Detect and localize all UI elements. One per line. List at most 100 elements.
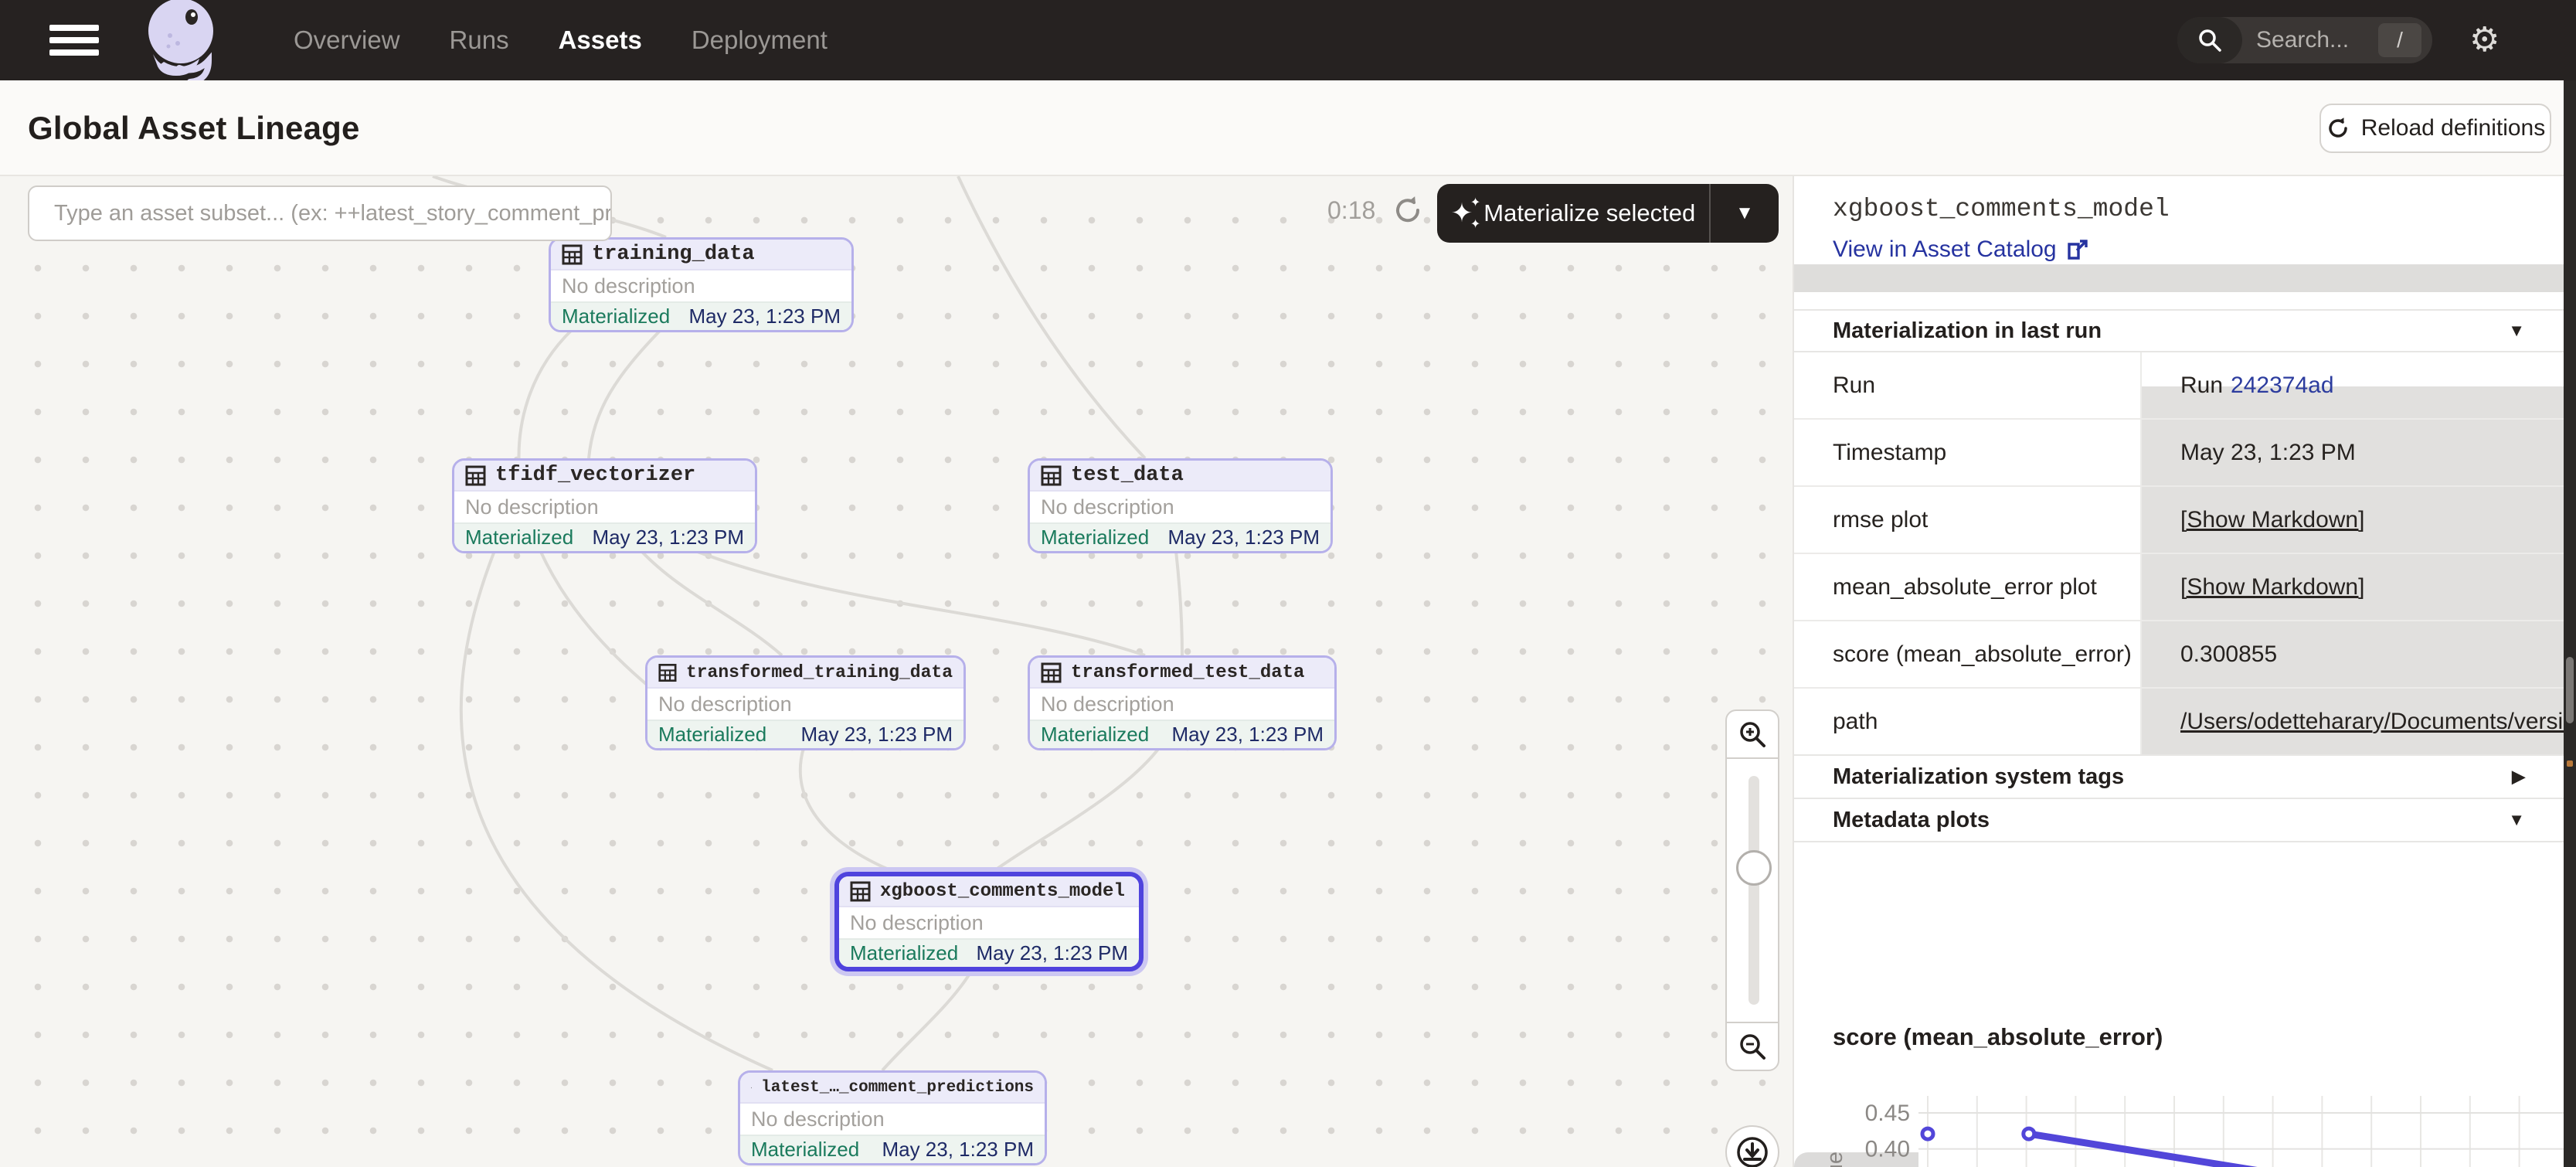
table-icon [1041, 465, 1062, 486]
asset-details-panel: xgboost_comments_model View in Asset Cat… [1794, 176, 2564, 1167]
metadata-row-timestamp: TimestampMay 23, 1:23 PM [1794, 420, 2564, 487]
page-header: Global Asset Lineage Reload definitions [0, 80, 2576, 176]
reload-definitions-button[interactable]: Reload definitions [2319, 104, 2551, 153]
asset-node-transformed_training_data[interactable]: transformed_training_dataNo descriptionM… [645, 655, 966, 750]
asset-node-footer: MaterializedMay 23, 1:23 PM [647, 720, 963, 748]
asset-node-header: transformed_test_data [1030, 658, 1334, 689]
section-label: Metadata plots [1833, 808, 1990, 833]
materialization-time: May 23, 1:23 PM [800, 723, 953, 747]
metadata-row-mean-absolute-error-plot: mean_absolute_error plot[Show Markdown] [1794, 554, 2564, 621]
zoom-controls [1725, 709, 1779, 1071]
section-materialization-last-run[interactable]: Materialization in last run ▼ [1794, 309, 2564, 351]
table-icon [465, 465, 486, 486]
asset-node-description: No description [551, 270, 851, 301]
asset-node-training_data[interactable]: training_dataNo descriptionMaterializedM… [549, 237, 854, 332]
table-icon [1041, 662, 1062, 683]
nav-tab-overview[interactable]: Overview [294, 26, 400, 55]
asset-node-footer: Materialized May 23, 1:23 PM [740, 1135, 1045, 1163]
asset-node-header: xgboost_comments_model [839, 876, 1139, 907]
metadata-label: score (mean_absolute_error) [1794, 621, 2142, 687]
section-metadata-plots[interactable]: Metadata plots ▼ [1794, 798, 2564, 841]
dagster-logo[interactable] [130, 0, 232, 94]
sparkle-icon: ✦✦✦ [1451, 200, 1473, 226]
status-badge: Materialized [465, 526, 573, 549]
nav-tab-runs[interactable]: Runs [450, 26, 509, 55]
materialization-time: May 23, 1:23 PM [976, 941, 1128, 965]
nav-tab-assets[interactable]: Assets [559, 26, 642, 55]
asset-node-description: No description [1030, 689, 1334, 720]
metadata-label: path [1794, 689, 2142, 754]
asset-node-header: test_data [1030, 461, 1330, 492]
nav-tab-deployment[interactable]: Deployment [692, 26, 828, 55]
chevron-down-icon[interactable]: ▼ [2508, 810, 2525, 830]
asset-node-footer: MaterializedMay 23, 1:23 PM [454, 522, 755, 551]
status-badge: Materialized [850, 941, 958, 965]
asset-node-tfidf_vectorizer[interactable]: tfidf_vectorizerNo descriptionMaterializ… [452, 458, 757, 553]
hamburger-icon[interactable] [49, 25, 99, 56]
metadata-row-rmse-plot: rmse plot[Show Markdown] [1794, 487, 2564, 554]
global-search[interactable]: Search... / [2177, 17, 2432, 63]
materialize-selected-button-group: ✦✦✦ Materialize selected ▼ [1437, 184, 1779, 243]
svg-text:0.40: 0.40 [1865, 1137, 1910, 1162]
materialize-dropdown-button[interactable]: ▼ [1711, 202, 1779, 224]
external-scrollbar-thumb[interactable] [2566, 657, 2574, 723]
zoom-slider-thumb[interactable] [1736, 850, 1772, 886]
panel-scroll-strip[interactable] [1794, 264, 2564, 292]
materialization-time: May 23, 1:23 PM [882, 1138, 1034, 1162]
zoom-out-button[interactable] [1725, 1022, 1779, 1071]
table-icon [751, 1077, 752, 1098]
search-placeholder: Search... [2256, 27, 2378, 53]
run-id-link[interactable]: 242374ad [2231, 373, 2333, 399]
asset-subset-placeholder: Type an asset subset... (ex: ++latest_st… [54, 201, 612, 226]
reload-icon [2326, 116, 2350, 141]
metadata-link[interactable]: [Show Markdown] [2180, 507, 2364, 533]
section-label: Materialization system tags [1833, 764, 2124, 790]
asset-subset-input[interactable]: Type an asset subset... (ex: ++latest_st… [28, 185, 612, 241]
asset-node-transformed_test_data[interactable]: transformed_test_dataNo description Mater… [1028, 655, 1337, 750]
status-badge: Materialized [751, 1138, 859, 1162]
asset-node-test_data[interactable]: test_dataNo descriptionMaterializedMay 2… [1028, 458, 1333, 553]
run-prefix: Run [2180, 373, 2223, 399]
metadata-label: Timestamp [1794, 420, 2142, 485]
refresh-icon[interactable] [1391, 193, 1425, 231]
asset-node-xgboost_comments_model[interactable]: xgboost_comments_modelNo descriptionMate… [834, 872, 1144, 971]
metadata-row-path: path/Users/odetteharary/Documents/versio… [1794, 689, 2564, 756]
materialize-selected-button[interactable]: ✦✦✦ Materialize selected [1437, 199, 1709, 227]
score-line-chart: 0.450.400.350.30Value1:20:36 p.m.1:20:48… [1794, 1063, 2564, 1167]
catalog-link-label: View in Asset Catalog [1833, 236, 2057, 263]
metadata-link[interactable]: /Users/odetteharary/Documents/version [2180, 709, 2564, 735]
external-link-icon [2066, 238, 2089, 261]
metadata-link[interactable]: [Show Markdown] [2180, 574, 2364, 601]
zoom-slider-track[interactable] [1748, 776, 1759, 1005]
table-icon [850, 881, 871, 902]
asset-node-description: No description [740, 1104, 1045, 1135]
lineage-graph-canvas[interactable]: training_dataNo descriptionMaterializedM… [0, 176, 1794, 1167]
status-badge: Materialized [1041, 526, 1149, 549]
metadata-value: 0.300855 [2142, 621, 2564, 687]
status-badge: Materialized [1041, 723, 1149, 747]
refresh-timer: 0:18 [1327, 196, 1375, 225]
chevron-right-icon[interactable]: ▶ [2512, 767, 2525, 787]
asset-node-description: No description [454, 492, 755, 522]
asset-node-header: latest_…_comment_predictions [740, 1073, 1045, 1104]
svg-text:Value: Value [1823, 1152, 1847, 1167]
app-root: Overview Runs Assets Deployment Search... /… [0, 0, 2576, 1167]
zoom-in-button[interactable] [1725, 709, 1779, 759]
desktop-edge-strip [2564, 80, 2576, 1167]
asset-node-header: training_data [551, 240, 851, 270]
download-icon [1735, 1135, 1770, 1167]
dagster-logo-icon [130, 0, 232, 90]
asset-node-latest__comment_predictions[interactable]: latest_…_comment_predictionsNo descripti… [738, 1070, 1047, 1165]
asset-node-header: transformed_training_data [647, 658, 963, 689]
gear-icon[interactable]: ⚙ [2469, 20, 2500, 60]
materialization-time: May 23, 1:23 PM [1171, 723, 1324, 747]
metadata-row-run: RunRun 242374ad [1794, 352, 2564, 420]
section-materialization-system-tags[interactable]: Materialization system tags ▶ [1794, 754, 2564, 798]
chevron-down-icon[interactable]: ▼ [2508, 321, 2525, 341]
asset-node-header: tfidf_vectorizer [454, 461, 755, 492]
search-shortcut-badge: / [2378, 23, 2421, 57]
view-in-asset-catalog-link[interactable]: View in Asset Catalog [1833, 236, 2089, 263]
metadata-value: Run 242374ad [2142, 352, 2564, 418]
search-icon [2177, 17, 2242, 63]
reload-label: Reload definitions [2361, 115, 2546, 141]
